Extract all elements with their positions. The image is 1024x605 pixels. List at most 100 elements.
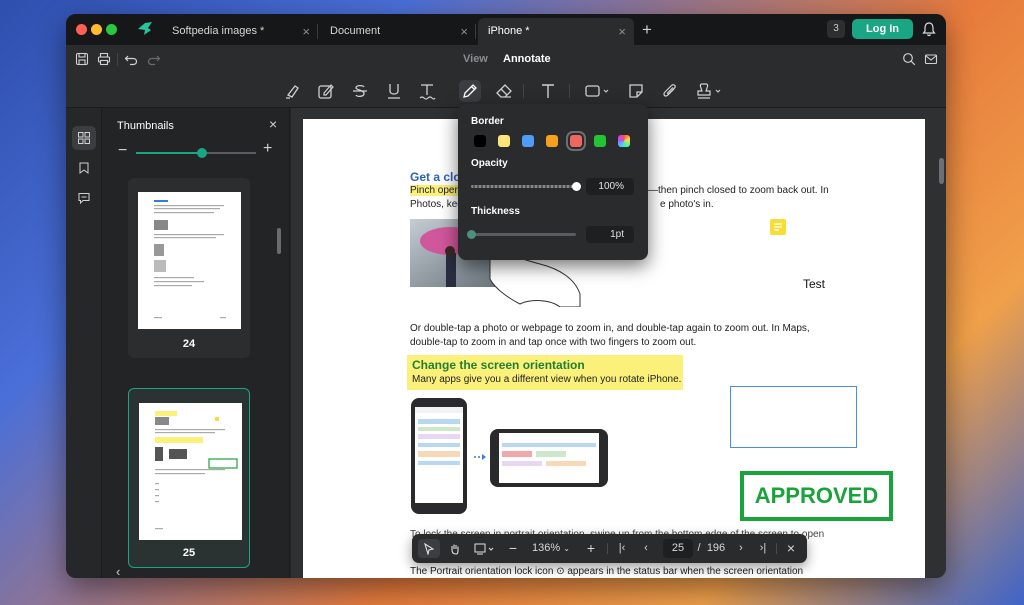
tab-label: iPhone *	[488, 25, 530, 37]
thumb-zoom-out-button[interactable]: −	[118, 142, 127, 160]
search-icon[interactable]	[902, 52, 916, 66]
mail-icon[interactable]	[924, 52, 938, 66]
notification-count-badge[interactable]: 3	[827, 20, 845, 38]
stamp-tool[interactable]	[694, 80, 726, 102]
tab-softpedia-images[interactable]: Softpedia images * ×	[162, 18, 318, 45]
color-swatch[interactable]	[618, 135, 630, 147]
zoom-out-button[interactable]: −	[504, 539, 522, 558]
thumbnail-page-number: 25	[182, 547, 196, 559]
layout-chevron-icon	[474, 543, 494, 555]
header-divider	[117, 53, 118, 66]
rail-thumbnails-button[interactable]	[72, 126, 96, 150]
text-tool[interactable]	[537, 80, 559, 102]
hand-tool-button[interactable]	[444, 539, 466, 558]
print-icon[interactable]	[97, 52, 111, 66]
section-heading: Change the screen orientation	[412, 358, 585, 372]
opacity-label: Opacity	[471, 158, 508, 169]
close-tab-icon[interactable]: ×	[302, 18, 310, 45]
close-tab-icon[interactable]: ×	[460, 18, 468, 45]
toolbar-divider	[523, 84, 524, 98]
squiggly-tool[interactable]	[416, 80, 438, 102]
tab-iphone[interactable]: iPhone * ×	[478, 18, 634, 45]
previous-page-button[interactable]: ‹	[637, 539, 655, 558]
select-tool-button[interactable]	[418, 539, 440, 558]
thickness-slider[interactable]	[466, 230, 576, 239]
attachment-tool[interactable]	[659, 80, 681, 102]
last-page-icon: ›|	[759, 542, 767, 554]
last-page-button[interactable]: ›|	[754, 539, 772, 558]
close-thumbnails-button[interactable]: ×	[269, 116, 277, 132]
undo-icon[interactable]	[124, 52, 138, 66]
highlighted-section[interactable]: Change the screen orientation Many apps …	[407, 355, 683, 390]
page-preview-icon	[154, 200, 226, 319]
pencil-icon	[463, 84, 477, 98]
grid-icon	[78, 132, 90, 144]
strikethrough-tool[interactable]	[349, 80, 371, 102]
minimize-window-button[interactable]	[91, 24, 102, 35]
tab-document[interactable]: Document ×	[320, 18, 476, 45]
pencil-tool[interactable]	[459, 80, 481, 102]
highlighter-tool[interactable]	[282, 80, 304, 102]
current-page-input[interactable]: 25	[663, 539, 693, 558]
first-page-button[interactable]: |‹	[613, 539, 631, 558]
eraser-icon	[496, 84, 512, 98]
approved-stamp[interactable]: APPROVED	[740, 471, 893, 521]
opacity-slider[interactable]	[471, 182, 581, 191]
color-swatch[interactable]	[498, 135, 510, 147]
paragraph-line: Or double-tap a photo or webpage to zoom…	[410, 323, 810, 334]
page-layout-button[interactable]	[472, 539, 498, 558]
page-separator: /	[697, 542, 701, 554]
thickness-value-field[interactable]: 1pt	[586, 226, 634, 243]
text-box-tool[interactable]	[315, 80, 337, 102]
collapse-sidebar-button[interactable]: ‹	[116, 564, 120, 578]
chevron-right-icon: ›	[739, 542, 743, 554]
thumbnail-page-24[interactable]: 24	[128, 178, 250, 358]
zoom-level-dropdown[interactable]: 136% ⌄	[526, 539, 576, 558]
login-button[interactable]: Log In	[852, 19, 913, 39]
annotation-toolbar	[66, 74, 946, 108]
zoom-in-button[interactable]: +	[582, 539, 600, 558]
thumb-zoom-slider[interactable]	[136, 148, 256, 158]
annotate-mode-tab[interactable]: Annotate	[503, 53, 551, 65]
thumb-zoom-in-button[interactable]: +	[263, 140, 272, 158]
tab-label: Document	[330, 25, 381, 37]
close-navigation-button[interactable]: ×	[782, 539, 800, 558]
opacity-value-field[interactable]: 100%	[586, 178, 634, 195]
maximize-window-button[interactable]	[106, 24, 117, 35]
color-swatch[interactable]	[522, 135, 534, 147]
thumb-zoom-knob[interactable]	[197, 148, 207, 158]
rectangle-annotation[interactable]	[730, 386, 857, 448]
sticky-note-tool[interactable]	[625, 80, 647, 102]
color-swatch[interactable]	[546, 135, 558, 147]
eraser-tool[interactable]	[493, 80, 515, 102]
color-swatch[interactable]	[566, 131, 586, 151]
next-page-button[interactable]: ›	[732, 539, 750, 558]
close-window-button[interactable]	[76, 24, 87, 35]
add-tab-button[interactable]: +	[642, 18, 652, 42]
opacity-slider-knob[interactable]	[571, 182, 581, 191]
first-page-icon: |‹	[618, 542, 626, 554]
strikethrough-icon	[353, 84, 367, 97]
sticky-note-annotation-icon[interactable]	[770, 219, 786, 235]
thumbnails-scrollbar[interactable]	[277, 228, 281, 254]
view-mode-tab[interactable]: View	[463, 53, 488, 65]
thumbnail-page-25[interactable]: 25	[128, 388, 250, 568]
shape-tool[interactable]	[583, 80, 613, 102]
color-swatch[interactable]	[474, 135, 486, 147]
tab-label: Softpedia images *	[172, 25, 265, 37]
redo-icon[interactable]	[147, 52, 161, 66]
paragraph-line: Pinch oper	[410, 184, 458, 198]
bell-icon[interactable]	[922, 21, 936, 37]
text-annotation[interactable]: Test	[803, 277, 825, 291]
thickness-slider-knob[interactable]	[466, 230, 476, 239]
color-swatch[interactable]	[594, 135, 606, 147]
rail-bookmarks-button[interactable]	[72, 156, 96, 180]
document-scrollbar[interactable]	[939, 158, 944, 184]
thumbnail-image	[139, 403, 242, 540]
stamp-chevron-icon	[697, 83, 721, 99]
underline-tool[interactable]	[383, 80, 405, 102]
close-tab-icon[interactable]: ×	[618, 18, 626, 45]
rail-comments-button[interactable]	[72, 186, 96, 210]
thickness-unit: pt	[615, 229, 624, 240]
save-icon[interactable]	[75, 52, 89, 66]
